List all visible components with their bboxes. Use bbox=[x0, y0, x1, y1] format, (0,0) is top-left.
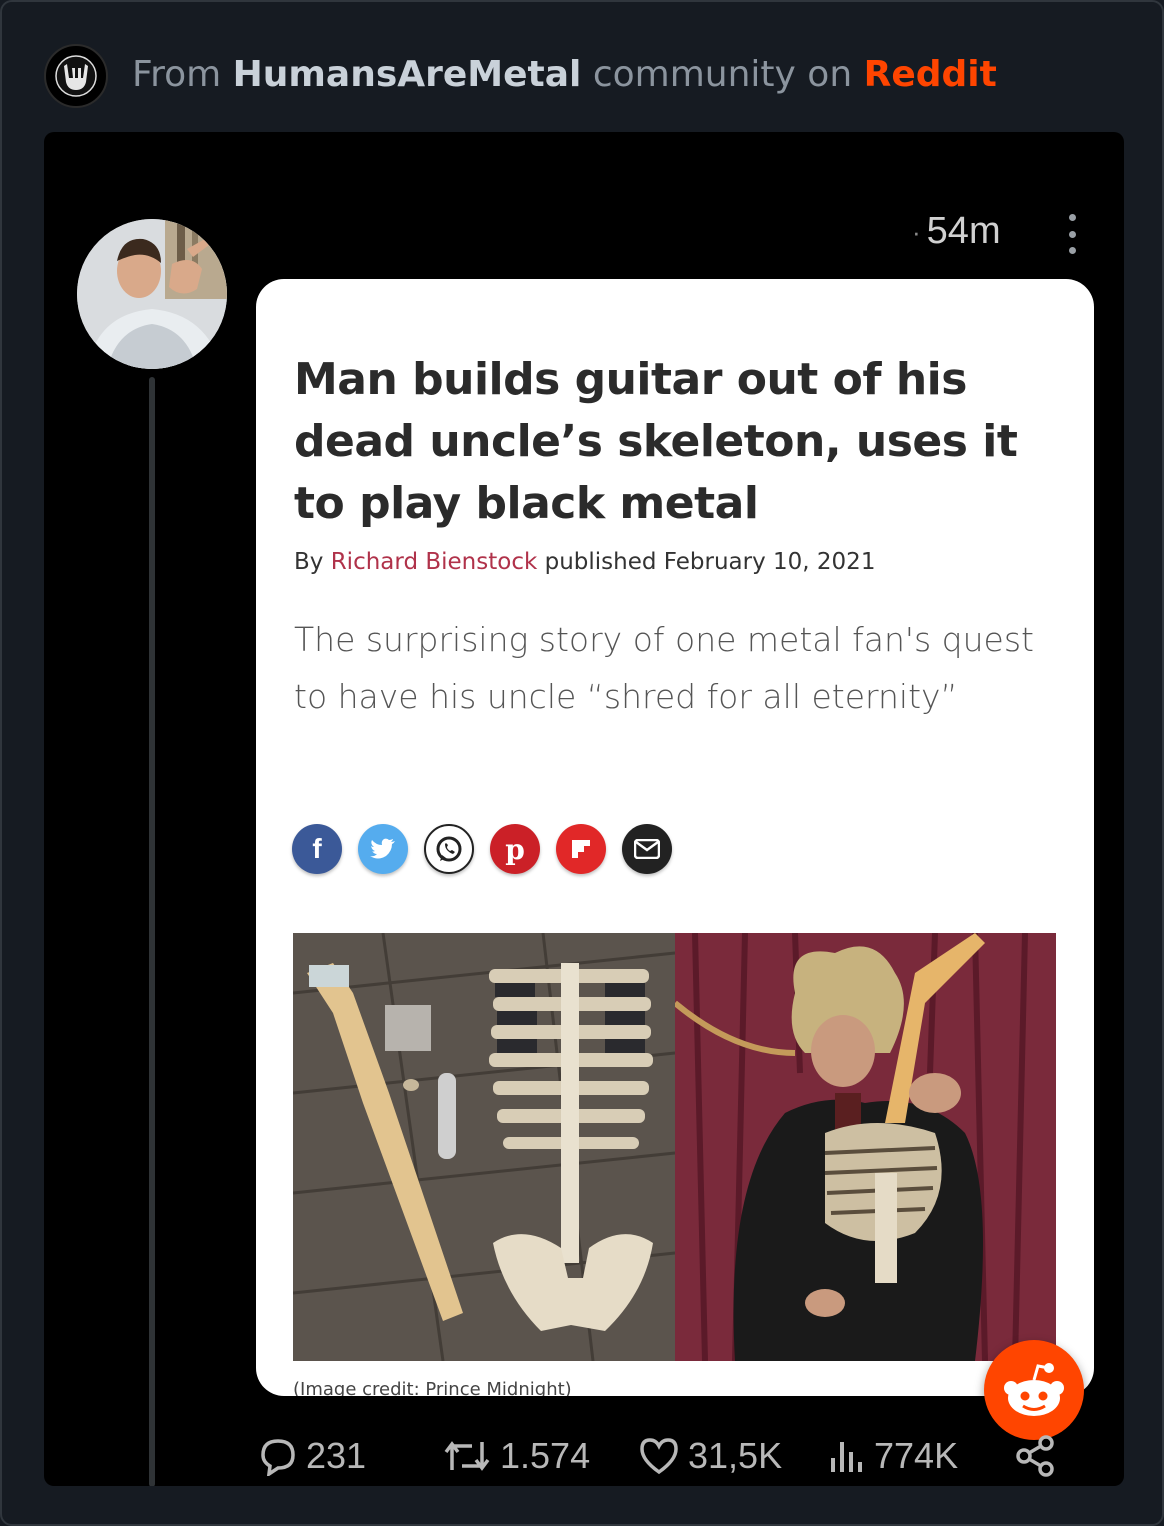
byline-prefix: By bbox=[294, 549, 324, 575]
reddit-link[interactable]: Reddit bbox=[864, 54, 997, 95]
repost-button[interactable]: 1.574 bbox=[442, 1428, 590, 1484]
views-count: 774K bbox=[874, 1435, 959, 1476]
repost-count: 1.574 bbox=[500, 1435, 591, 1476]
reply-button[interactable]: 231 bbox=[258, 1428, 366, 1484]
embedded-post-image[interactable]: · 54m Man builds guitar out of his dead u… bbox=[44, 132, 1124, 1486]
repost-icon bbox=[444, 1441, 490, 1471]
email-icon[interactable] bbox=[622, 824, 672, 874]
author-link[interactable]: Richard Bienstock bbox=[331, 549, 538, 575]
twitter-icon[interactable] bbox=[358, 824, 408, 874]
community-logo[interactable] bbox=[44, 44, 108, 108]
share-icon bbox=[1016, 1435, 1054, 1477]
thread-line bbox=[149, 377, 155, 1486]
views-chart-icon bbox=[831, 1442, 862, 1472]
article-dek: The surprising story of one metal fan's … bbox=[294, 620, 1034, 716]
reply-icon bbox=[261, 1439, 295, 1476]
post-actions: 231 1.574 31,5K 774K bbox=[44, 1428, 1124, 1484]
article-photo bbox=[293, 933, 1056, 1361]
like-count: 31,5K bbox=[688, 1435, 783, 1476]
flipboard-icon[interactable] bbox=[556, 824, 606, 874]
source-prefix: From bbox=[132, 54, 222, 95]
facebook-icon[interactable]: f bbox=[292, 824, 342, 874]
views-button[interactable]: 774K bbox=[828, 1428, 958, 1484]
whatsapp-icon[interactable] bbox=[424, 824, 474, 874]
embed-source-line: From HumansAreMetal community on Reddit bbox=[132, 52, 997, 98]
pinterest-icon[interactable]: p bbox=[490, 824, 540, 874]
reddit-logo-icon[interactable] bbox=[984, 1340, 1084, 1440]
source-middle: community on bbox=[592, 54, 853, 95]
rock-horns-icon bbox=[55, 55, 97, 97]
article-card[interactable]: Man builds guitar out of his dead uncle’… bbox=[256, 279, 1094, 1396]
community-name-link[interactable]: HumansAreMetal bbox=[233, 54, 582, 95]
post-time: · 54m bbox=[912, 210, 1001, 252]
article-headline: Man builds guitar out of his dead uncle’… bbox=[294, 354, 1018, 529]
embed-frame: From HumansAreMetal community on Reddit … bbox=[0, 0, 1164, 1526]
image-credit: (Image credit: Prince Midnight) bbox=[293, 1379, 572, 1396]
published-prefix: published bbox=[544, 549, 657, 575]
like-button[interactable]: 31,5K bbox=[638, 1428, 782, 1484]
heart-icon bbox=[640, 1438, 678, 1475]
published-date: February 10, 2021 bbox=[663, 549, 876, 575]
article-byline: By Richard Bienstock published February … bbox=[294, 549, 875, 575]
skeleton-guitar-parts-photo bbox=[293, 933, 676, 1361]
share-buttons: f p bbox=[292, 824, 672, 874]
reply-count: 231 bbox=[306, 1435, 367, 1476]
musician-with-skeleton-guitar-photo bbox=[673, 933, 1056, 1361]
user-avatar[interactable] bbox=[77, 219, 227, 369]
time-label: 54m bbox=[926, 210, 1001, 252]
more-options-icon[interactable] bbox=[1062, 214, 1082, 254]
share-button[interactable] bbox=[1014, 1428, 1056, 1484]
